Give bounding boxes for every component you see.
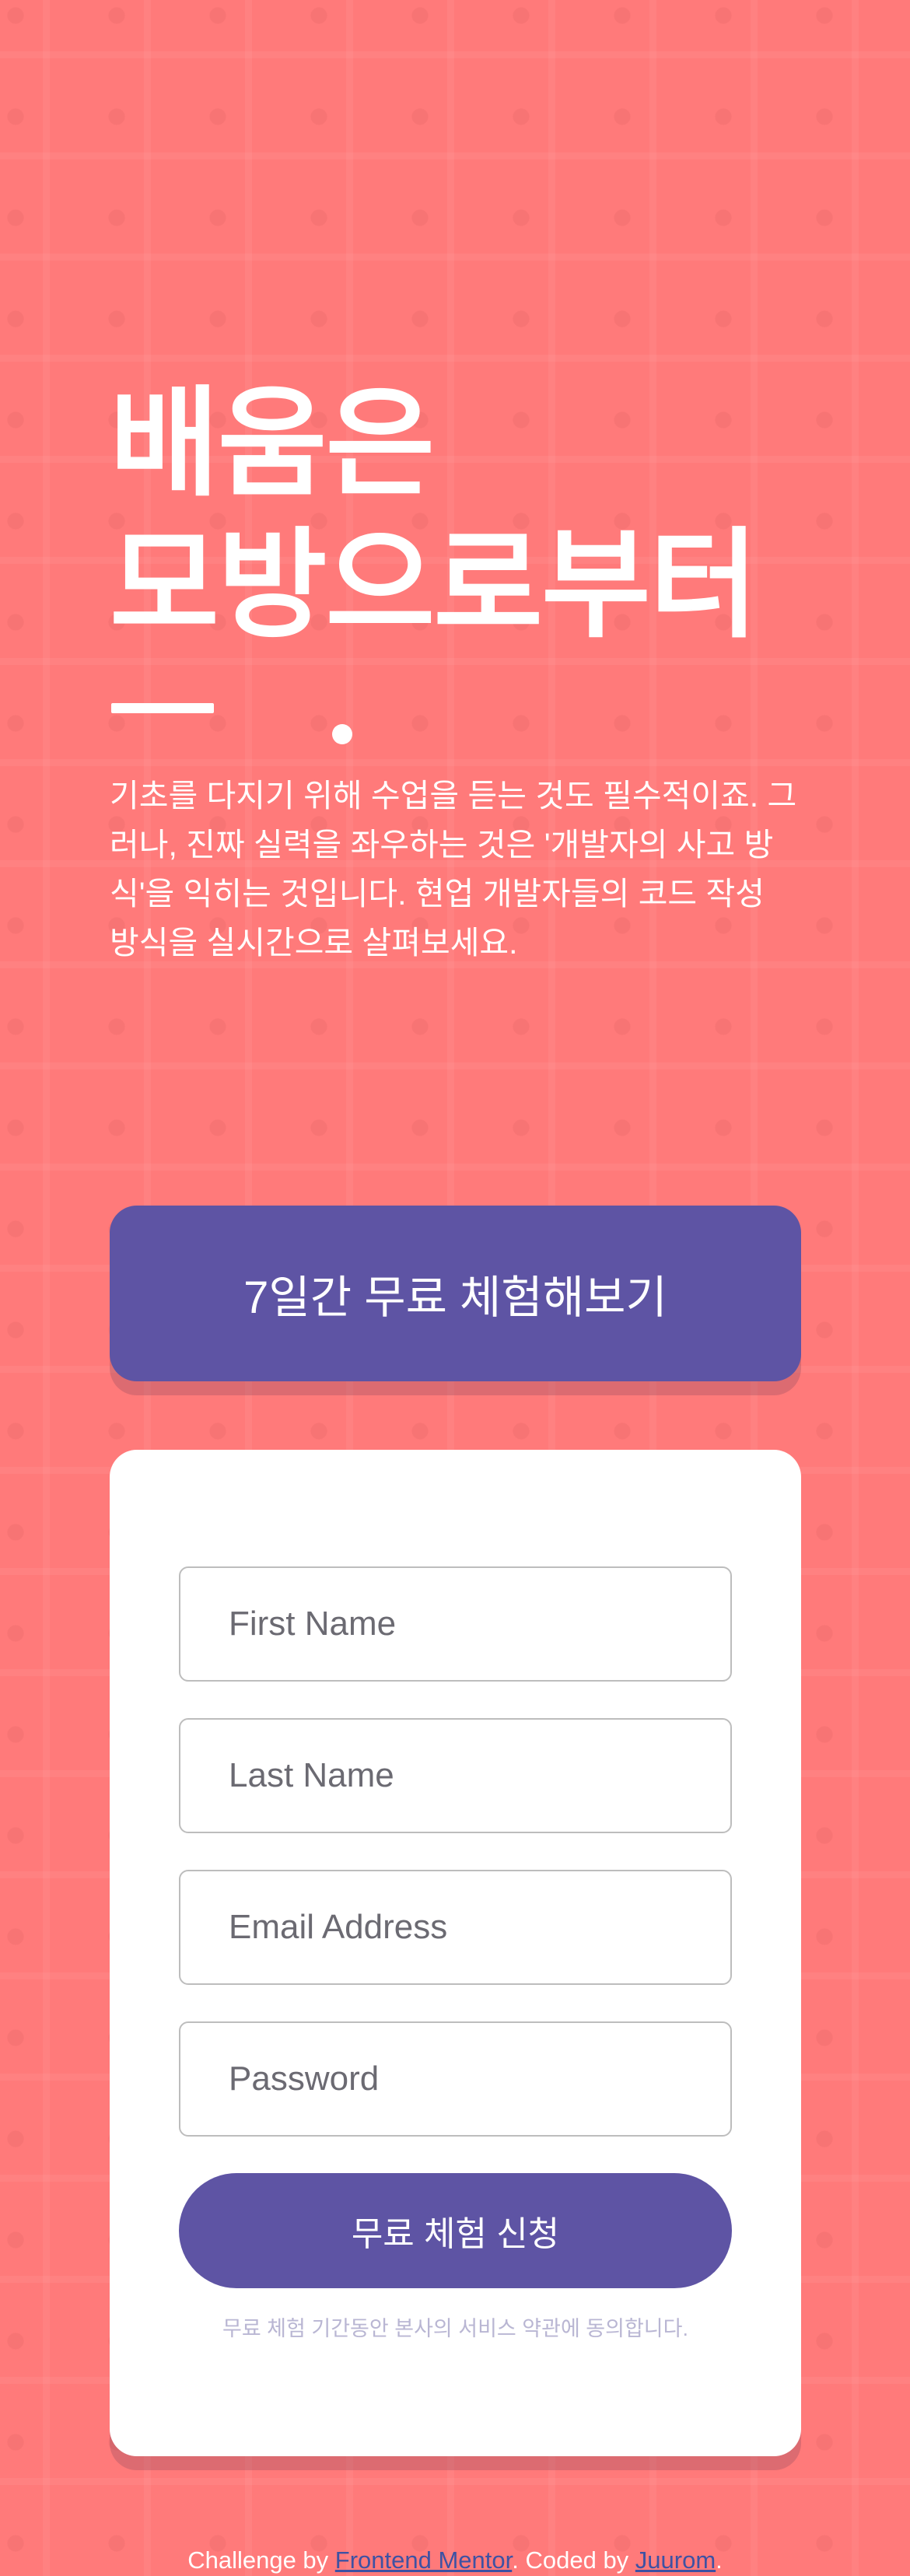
frontend-mentor-link[interactable]: Frontend Mentor <box>335 2546 512 2574</box>
last-name-field <box>179 1718 732 1833</box>
hero-decoration <box>110 703 802 750</box>
decor-dot <box>332 724 352 744</box>
author-link[interactable]: Juurom <box>635 2546 716 2574</box>
hero-description: 기초를 다지기 위해 수업을 듣는 것도 필수적이죠. 그러나, 진짜 실력을 … <box>110 778 797 961</box>
password-input[interactable] <box>180 2023 730 2135</box>
hero-title: 배움은 모방으로부터 <box>110 373 802 656</box>
signup-form: 무료 체험 신청 무료 체험 기간동안 본사의 서비스 약관에 동의합니다. <box>110 1450 801 2456</box>
hero-section: 배움은 모방으로부터 기초를 다지기 위해 수업을 듣는 것도 필수적이죠. 그… <box>110 373 802 968</box>
email-input[interactable] <box>180 1871 730 1983</box>
claim-free-trial-button[interactable]: 무료 체험 신청 <box>179 2173 732 2288</box>
footer-suffix: . <box>716 2546 723 2574</box>
free-trial-banner: 7일간 무료 체험해보기 <box>110 1206 801 1381</box>
first-name-input[interactable] <box>180 1568 730 1680</box>
decor-bar <box>111 703 214 713</box>
free-trial-banner-label: 7일간 무료 체험해보기 <box>243 1272 667 1323</box>
footer-prefix: Challenge by <box>187 2546 335 2574</box>
hero-title-line1: 배움은 <box>110 377 435 510</box>
email-field <box>179 1870 732 1985</box>
attribution-footer: Challenge by Frontend Mentor. Coded by J… <box>0 2545 910 2576</box>
footer-middle: . Coded by <box>512 2546 635 2574</box>
first-name-field <box>179 1566 732 1682</box>
hero-title-line2: 모방으로부터 <box>110 519 759 652</box>
password-field <box>179 2021 732 2137</box>
terms-text: 무료 체험 기간동안 본사의 서비스 약관에 동의합니다. <box>222 2317 688 2340</box>
last-name-input[interactable] <box>180 1720 730 1832</box>
